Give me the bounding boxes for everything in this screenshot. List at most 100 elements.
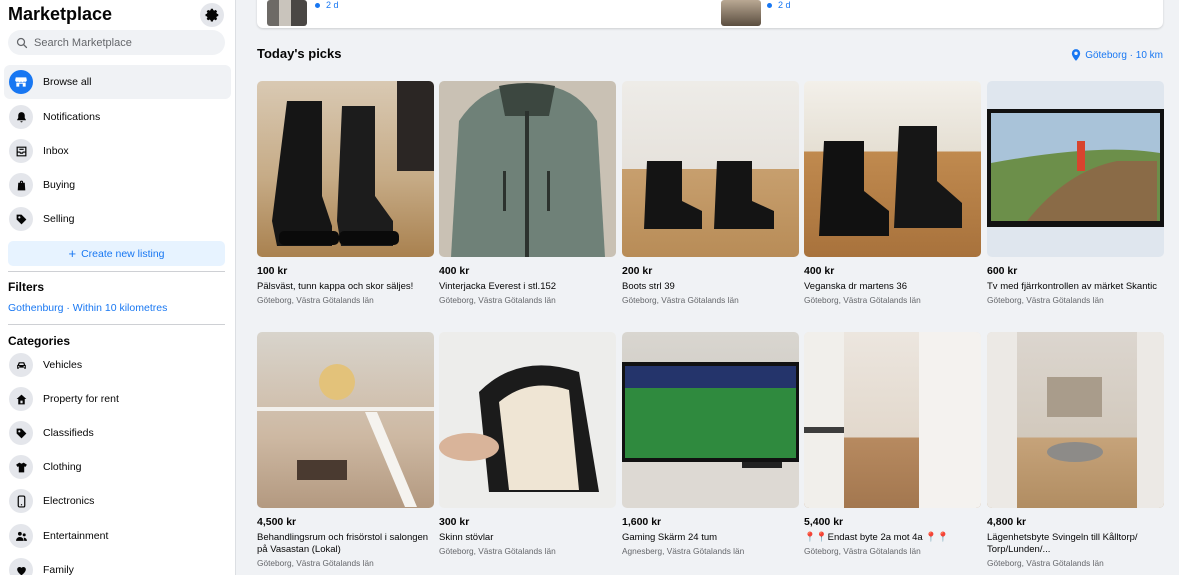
listing-price: 1,600 kr	[622, 516, 662, 528]
listing-card[interactable]: 600 kr Tv med fjärrkontrollen av märket …	[987, 81, 1164, 305]
listing-image[interactable]	[987, 332, 1164, 508]
listing-location: Göteborg, Västra Götalands län	[804, 546, 921, 556]
nav-notifications[interactable]: Notifications	[4, 100, 231, 134]
location-pin-icon	[1072, 49, 1081, 61]
listing-card[interactable]: 400 kr Vinterjacka Everest i stl.152 Göt…	[439, 81, 616, 305]
listing-card[interactable]: 300 kr Skinn stövlar Göteborg, Västra Gö…	[439, 332, 616, 556]
category-property-for-rent[interactable]: Property for rent	[4, 382, 231, 416]
nav-label: Selling	[43, 213, 75, 225]
listing-price: 5,400 kr	[804, 516, 844, 528]
category-label: Vehicles	[43, 359, 83, 371]
location-label: Göteborg · 10 km	[1085, 49, 1163, 61]
category-electronics[interactable]: Electronics	[4, 484, 231, 518]
category-label: Family	[43, 564, 74, 575]
listing-title: Vinterjacka Everest i stl.152	[439, 281, 557, 292]
listing-title: Lägenhetsbyte Svingeln till Kålltorp/ To…	[987, 532, 1138, 555]
divider	[8, 324, 225, 325]
house-icon	[9, 387, 33, 411]
shopping-bag-icon	[9, 173, 33, 197]
category-label: Entertainment	[43, 530, 109, 542]
listing-image[interactable]	[804, 81, 981, 257]
listing-image[interactable]	[439, 81, 616, 257]
listing-card[interactable]: 4,800 kr Lägenhetsbyte Svingeln till Kål…	[987, 332, 1164, 568]
category-label: Clothing	[43, 461, 82, 473]
listing-title: Pälsväst, tunn kappa och skor säljes!	[257, 281, 414, 292]
listing-title: Boots strl 39	[622, 281, 675, 292]
category-entertainment[interactable]: Entertainment	[4, 519, 231, 553]
listing-location: Göteborg, Västra Götalands län	[987, 295, 1104, 305]
listing-card[interactable]: 1,600 kr Gaming Skärm 24 tum Agnesberg, …	[622, 332, 799, 556]
listing-location: Agnesberg, Västra Götalands län	[622, 546, 745, 556]
people-icon	[9, 524, 33, 548]
location-filter-link[interactable]: Gothenburg · Within 10 kilometres	[8, 302, 167, 314]
categories-heading: Categories	[8, 334, 71, 348]
category-label: Property for rent	[43, 393, 119, 405]
listing-title: Gaming Skärm 24 tum	[622, 532, 718, 543]
previous-section-card: 2 d 2 d	[257, 0, 1163, 28]
nav-label: Notifications	[43, 111, 101, 123]
listing-location: Göteborg, Västra Götalands län	[987, 558, 1104, 568]
listing-image[interactable]	[622, 332, 799, 508]
category-clothing[interactable]: Clothing	[4, 450, 231, 484]
listing-card[interactable]: 5,400 kr 📍📍Endast byte 2a mot 4a 📍📍 Göte…	[804, 332, 981, 556]
listing-price: 300 kr	[439, 516, 470, 528]
listing-image[interactable]	[987, 81, 1164, 257]
tag-icon	[9, 421, 33, 445]
listing-image[interactable]	[439, 332, 616, 508]
listing-title: Veganska dr martens 36	[804, 281, 907, 292]
listing-title: Tv med fjärrkontrollen av märket Skantic	[987, 281, 1158, 292]
heart-icon	[9, 558, 33, 575]
divider	[8, 271, 225, 272]
new-dot-icon	[315, 2, 320, 8]
listing-image[interactable]	[257, 332, 434, 508]
settings-button[interactable]	[200, 3, 224, 27]
category-classifieds[interactable]: Classifieds	[4, 416, 231, 450]
location-selector[interactable]: Göteborg · 10 km	[1071, 49, 1163, 61]
listing-image[interactable]	[804, 332, 981, 508]
listing-card[interactable]: 100 kr Pälsväst, tunn kappa och skor säl…	[257, 81, 434, 305]
inbox-icon	[9, 139, 33, 163]
storefront-icon	[9, 70, 33, 94]
create-listing-label: Create new listing	[81, 247, 165, 260]
nav-buying[interactable]: Buying	[4, 168, 231, 202]
car-icon	[9, 353, 33, 377]
nav-inbox[interactable]: Inbox	[4, 134, 231, 168]
search-input[interactable]	[34, 36, 214, 49]
listing-price: 100 kr	[257, 265, 288, 277]
listing-card[interactable]: 4,500 kr Behandlingsrum och frisörstol i…	[257, 332, 434, 568]
listing-price: 4,500 kr	[257, 516, 297, 528]
listing-card[interactable]: 200 kr Boots strl 39 Göteborg, Västra Gö…	[622, 81, 799, 305]
listing-thumbnail[interactable]	[267, 0, 307, 26]
section-title: Today's picks	[257, 46, 342, 61]
phone-icon	[9, 489, 33, 513]
listing-card[interactable]: 400 kr Veganska dr martens 36 Göteborg, …	[804, 81, 981, 305]
listing-time: 2 d	[767, 0, 791, 10]
category-label: Classifieds	[43, 427, 94, 439]
listing-price: 4,800 kr	[987, 516, 1027, 528]
page-title: Marketplace	[8, 4, 113, 24]
listing-title: Skinn stövlar	[439, 532, 494, 543]
search-box[interactable]	[8, 30, 225, 55]
create-listing-button[interactable]: + Create new listing	[8, 241, 225, 266]
sidebar: Marketplace Browse all Notifications Inb…	[0, 0, 236, 575]
listing-image[interactable]	[257, 81, 434, 257]
listing-location: Göteborg, Västra Götalands län	[257, 558, 374, 568]
listing-location: Göteborg, Västra Götalands län	[804, 295, 921, 305]
bell-icon	[9, 105, 33, 129]
category-vehicles[interactable]: Vehicles	[4, 348, 231, 382]
plus-icon: +	[68, 246, 77, 261]
listing-image[interactable]	[622, 81, 799, 257]
search-icon	[16, 37, 28, 48]
listing-location: Göteborg, Västra Götalands län	[622, 295, 739, 305]
category-family[interactable]: Family	[4, 553, 231, 575]
listing-price: 600 kr	[987, 265, 1018, 277]
gear-icon	[205, 8, 219, 22]
listing-price: 400 kr	[439, 265, 470, 277]
listing-location: Göteborg, Västra Götalands län	[257, 295, 374, 305]
shirt-icon	[9, 455, 33, 479]
nav-selling[interactable]: Selling	[4, 202, 231, 236]
nav-browse-all[interactable]: Browse all	[4, 65, 231, 99]
listing-time: 2 d	[315, 0, 339, 10]
listing-price: 400 kr	[804, 265, 835, 277]
listing-thumbnail[interactable]	[721, 0, 761, 26]
